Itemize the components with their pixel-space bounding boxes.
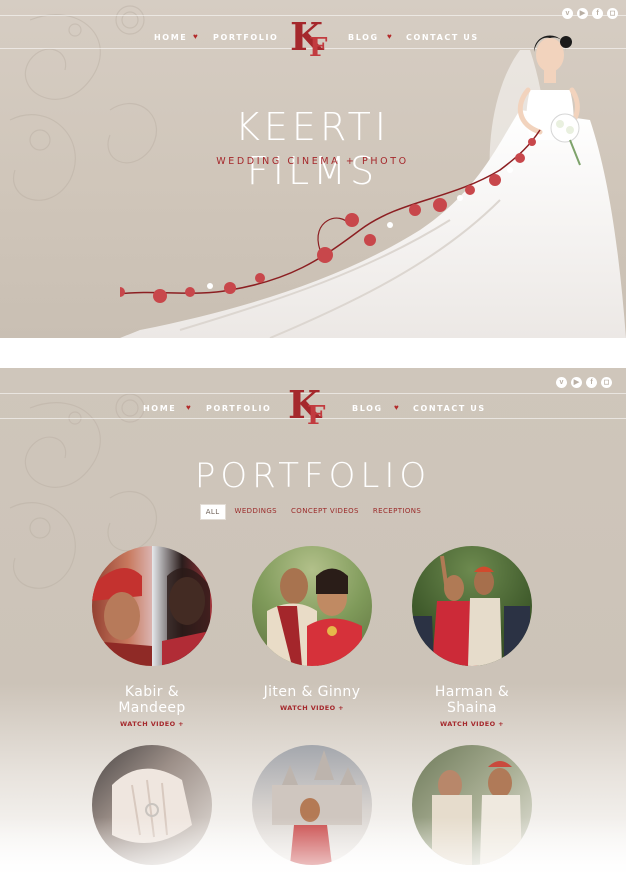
social-links: v ▶ f ◻ (562, 8, 618, 19)
portfolio-thumbnail[interactable] (92, 745, 212, 865)
hero-section: HOME ♥ PORTFOLIO BLOG ♥ CONTACT US K F v… (0, 0, 626, 338)
portfolio-item[interactable] (252, 745, 372, 865)
filter-weddings[interactable]: WEDDINGS (230, 504, 283, 520)
couple-name: Jiten & Ginny (263, 684, 361, 700)
facebook-icon[interactable]: f (586, 377, 597, 388)
vimeo-icon[interactable]: v (556, 377, 567, 388)
bride-illustration (120, 35, 626, 338)
couple-name: Harman & Shaina (434, 684, 510, 716)
nav-portfolio[interactable]: PORTFOLIO (206, 404, 271, 413)
portfolio-title: PORTFOLIO (194, 456, 432, 496)
youtube-icon[interactable]: ▶ (571, 377, 582, 388)
section-gap (0, 338, 626, 368)
portfolio-item[interactable]: Jiten & Ginny WATCH VIDEO + (252, 546, 372, 712)
svg-text:F: F (307, 401, 326, 428)
facebook-icon[interactable]: f (592, 8, 603, 19)
portfolio-thumbnail[interactable] (412, 546, 532, 666)
portfolio-section: HOME ♥ PORTFOLIO BLOG ♥ CONTACT US K F v… (0, 368, 626, 877)
portfolio-thumbnail[interactable] (252, 546, 372, 666)
portfolio-filters: ALL WEDDINGS CONCEPT VIDEOS RECEPTIONS (0, 504, 626, 520)
nav-blog[interactable]: BLOG (352, 404, 383, 413)
heart-icon: ♥ (394, 403, 399, 412)
portfolio-thumbnail[interactable] (412, 745, 532, 865)
instagram-icon[interactable]: ◻ (607, 8, 618, 19)
heart-icon: ♥ (186, 403, 191, 412)
filter-receptions[interactable]: RECEPTIONS (368, 504, 426, 520)
filter-concept-videos[interactable]: CONCEPT VIDEOS (286, 504, 364, 520)
instagram-icon[interactable]: ◻ (601, 377, 612, 388)
watch-video-link[interactable]: WATCH VIDEO + (252, 704, 372, 712)
filter-all[interactable]: ALL (199, 504, 226, 520)
nav-home[interactable]: HOME (143, 404, 176, 413)
portfolio-item[interactable] (412, 745, 532, 865)
couple-name: Kabir & Mandeep (118, 684, 186, 716)
portfolio-item[interactable] (92, 745, 212, 865)
portfolio-thumbnail[interactable] (92, 546, 212, 666)
watch-video-link[interactable]: WATCH VIDEO + (412, 720, 532, 728)
portfolio-item[interactable]: Harman & Shaina WATCH VIDEO + (412, 546, 532, 728)
vimeo-icon[interactable]: v (562, 8, 573, 19)
nav-contact[interactable]: CONTACT US (413, 404, 486, 413)
portfolio-item[interactable]: Kabir & Mandeep WATCH VIDEO + (92, 546, 212, 728)
social-links: v ▶ f ◻ (556, 377, 612, 388)
watch-video-link[interactable]: WATCH VIDEO + (92, 720, 212, 728)
youtube-icon[interactable]: ▶ (577, 8, 588, 19)
portfolio-thumbnail[interactable] (252, 745, 372, 865)
keerti-logo[interactable]: K F (285, 380, 333, 428)
